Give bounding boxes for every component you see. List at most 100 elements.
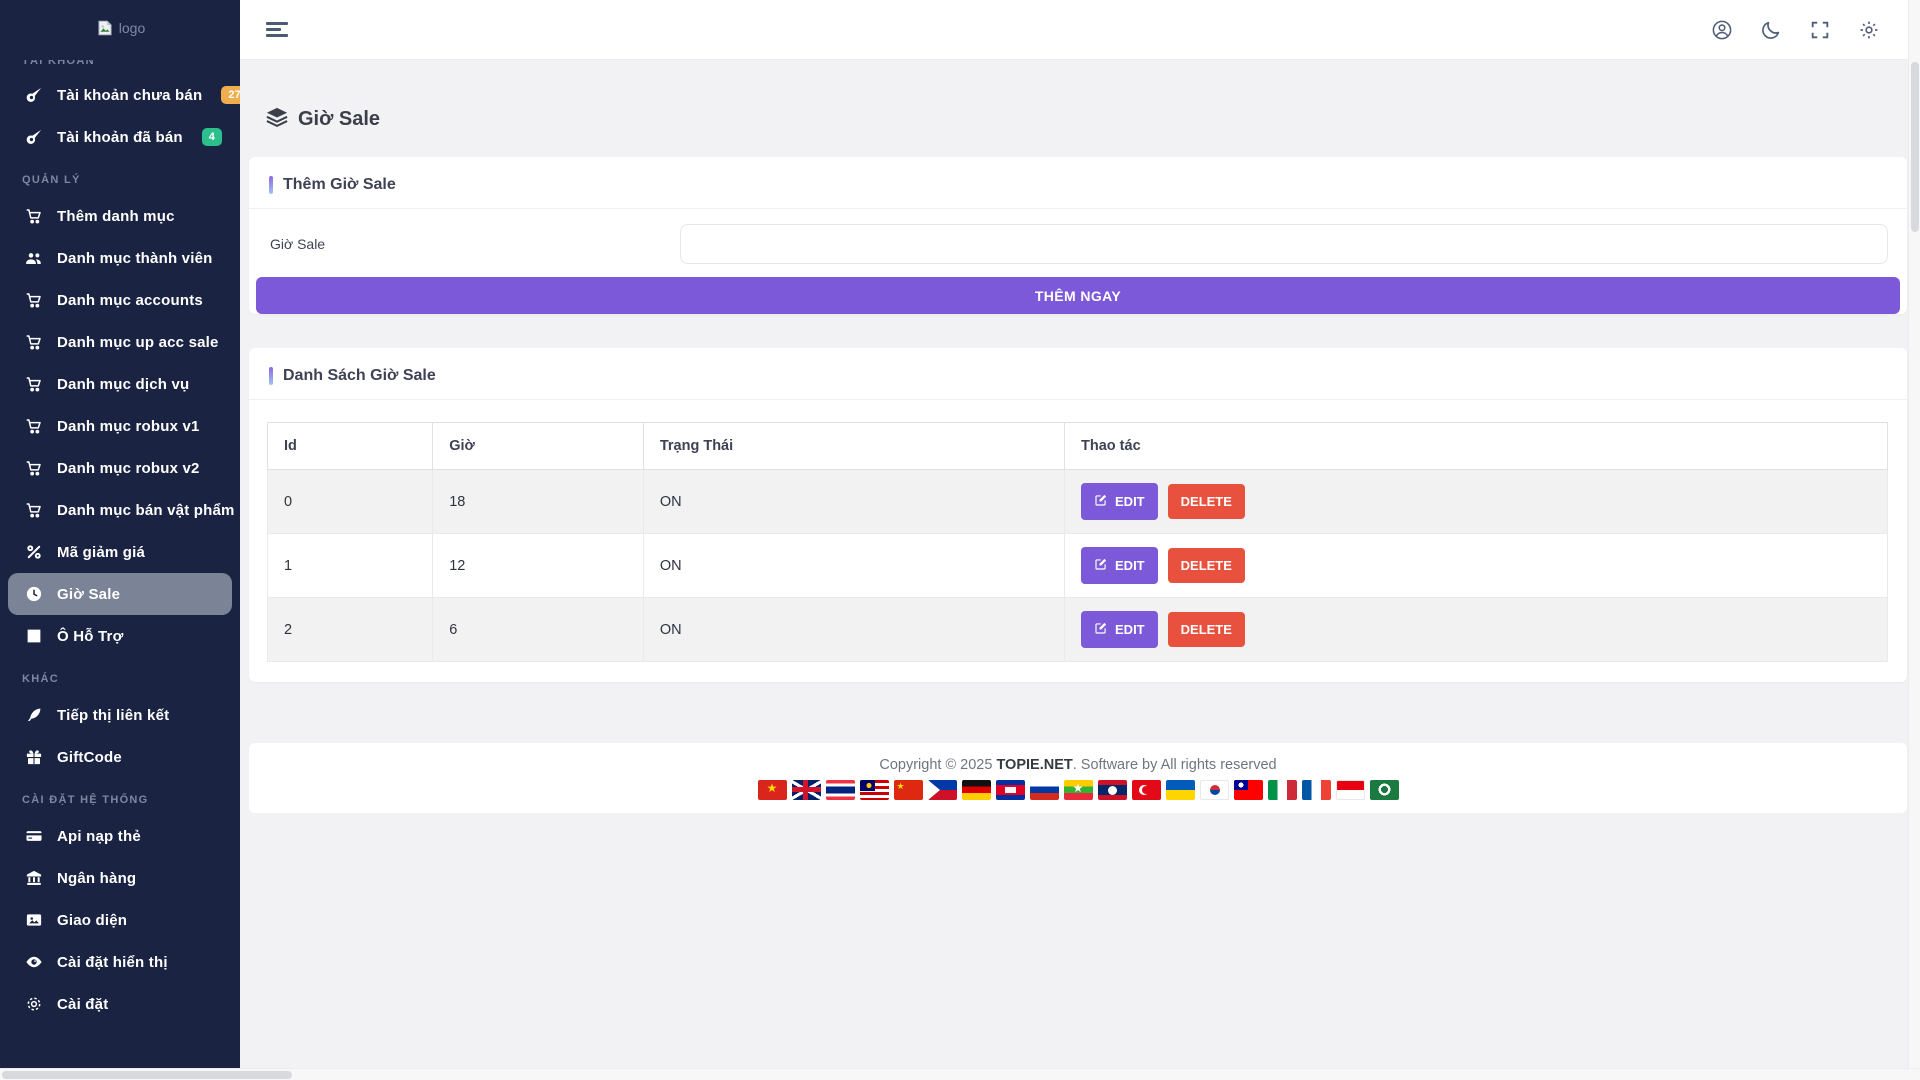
- sidebar-item-giao-dien[interactable]: Giao diện: [8, 899, 232, 941]
- add-gio-sale-card: Thêm Giờ Sale Giờ Sale THÊM NGAY: [249, 157, 1907, 314]
- horizontal-scrollbar-thumb[interactable]: [2, 1071, 292, 1079]
- edit-pencil-icon: [1094, 493, 1108, 510]
- sidebar-item-label: Danh mục accounts: [57, 292, 203, 309]
- sidebar-item-danh-muc-up-acc-sale[interactable]: Danh mục up acc sale: [8, 321, 232, 363]
- sidebar-item-danh-muc-accounts[interactable]: Danh mục accounts: [8, 279, 232, 321]
- sidebar-item-cai-dat[interactable]: Cài đặt: [8, 983, 232, 1025]
- flag-france-icon[interactable]: [1302, 780, 1331, 800]
- main-area: Giờ Sale Thêm Giờ Sale Giờ Sale THÊM NGA…: [240, 0, 1920, 1080]
- percent-icon: [24, 543, 44, 561]
- flag-south-korea-icon[interactable]: [1200, 780, 1229, 800]
- fullscreen-icon[interactable]: [1809, 19, 1831, 41]
- gio-sale-table: Id Giờ Trạng Thái Thao tác 0 18 ON: [267, 422, 1888, 662]
- them-ngay-submit-button[interactable]: THÊM NGAY: [256, 277, 1900, 314]
- edit-button[interactable]: EDIT: [1081, 547, 1158, 584]
- row-actions: EDIT DELETE: [1081, 547, 1871, 584]
- column-header-id: Id: [268, 423, 433, 470]
- vertical-scrollbar[interactable]: [1908, 0, 1920, 1068]
- menu-toggle-button[interactable]: [266, 19, 290, 40]
- sidebar-item-giftcode[interactable]: GiftCode: [8, 736, 232, 778]
- sidebar-item-tiep-thi-lien-ket[interactable]: Tiếp thị liên kết: [8, 694, 232, 736]
- flag-russia-icon[interactable]: [1030, 780, 1059, 800]
- flag-myanmar-icon[interactable]: [1064, 780, 1093, 800]
- image-icon: [24, 911, 44, 929]
- flag-philippines-icon[interactable]: [928, 780, 957, 800]
- gio-sale-form-row: Giờ Sale: [249, 209, 1907, 264]
- sidebar-item-danh-muc-ban-vat-pham[interactable]: Danh mục bán vật phẩm: [8, 489, 232, 531]
- delete-button[interactable]: DELETE: [1168, 548, 1245, 583]
- gio-sale-input[interactable]: [680, 224, 1888, 264]
- flag-uk-icon[interactable]: [792, 780, 821, 800]
- sidebar-item-label: Danh mục up acc sale: [57, 334, 219, 351]
- sidebar-section-accounts: TÀI KHOẢN: [0, 60, 240, 68]
- row-actions: EDIT DELETE: [1081, 611, 1871, 648]
- flag-indonesia-icon[interactable]: [1336, 780, 1365, 800]
- sidebar-item-label: Cài đặt hiển thị: [57, 954, 168, 971]
- sidebar-item-label: Danh mục thành viên: [57, 250, 213, 267]
- sidebar-item-label: Danh mục robux v2: [57, 460, 200, 477]
- gio-sale-table-wrap: Id Giờ Trạng Thái Thao tác 0 18 ON: [249, 400, 1907, 682]
- dark-mode-moon-icon[interactable]: [1760, 19, 1782, 41]
- cell-id: 2: [268, 598, 433, 662]
- delete-button[interactable]: DELETE: [1168, 484, 1245, 519]
- cell-gio: 6: [433, 598, 644, 662]
- sidebar-item-tai-khoan-chua-ban[interactable]: Tài khoản chưa bán 27: [8, 74, 232, 116]
- sidebar-item-cai-dat-hien-thi[interactable]: Cài đặt hiển thị: [8, 941, 232, 983]
- sidebar-item-danh-muc-robux-v1[interactable]: Danh mục robux v1: [8, 405, 232, 447]
- credit-card-icon: [24, 827, 44, 845]
- sidebar-item-label: Giao diện: [57, 912, 127, 929]
- sidebar-item-tai-khoan-da-ban[interactable]: Tài khoản đã bán 4: [8, 116, 232, 158]
- flag-vietnam-icon[interactable]: [758, 780, 787, 800]
- card-header: Danh Sách Giờ Sale: [249, 348, 1907, 400]
- table-header-row: Id Giờ Trạng Thái Thao tác: [268, 423, 1888, 470]
- flag-arab-league-icon[interactable]: [1370, 780, 1399, 800]
- flag-germany-icon[interactable]: [962, 780, 991, 800]
- cart-icon: [24, 333, 44, 351]
- cell-id: 1: [268, 534, 433, 598]
- app-logo[interactable]: logo: [0, 0, 240, 46]
- sidebar-item-o-ho-tro[interactable]: Ô Hỗ Trợ: [8, 615, 232, 657]
- sidebar-item-danh-muc-robux-v2[interactable]: Danh mục robux v2: [8, 447, 232, 489]
- user-account-icon[interactable]: [1711, 19, 1733, 41]
- edit-pencil-icon: [1094, 557, 1108, 574]
- page-header: Giờ Sale: [266, 106, 1907, 133]
- sidebar-item-gio-sale[interactable]: Giờ Sale: [8, 573, 232, 615]
- sidebar-item-ngan-hang[interactable]: Ngân hàng: [8, 857, 232, 899]
- edit-button[interactable]: EDIT: [1081, 611, 1158, 648]
- sidebar-item-label: Ngân hàng: [57, 870, 136, 887]
- sidebar-item-danh-muc-dich-vu[interactable]: Danh mục dịch vụ: [8, 363, 232, 405]
- sidebar-item-danh-muc-thanh-vien[interactable]: Danh mục thành viên: [8, 237, 232, 279]
- eye-icon: [24, 953, 44, 971]
- flag-italy-icon[interactable]: [1268, 780, 1297, 800]
- sidebar-item-label: Tiếp thị liên kết: [57, 707, 169, 724]
- footer: Copyright © 2025 TOPIE.NET. Software by …: [249, 743, 1907, 813]
- sidebar-item-ma-giam-gia[interactable]: Mã giảm giá: [8, 531, 232, 573]
- sidebar-item-api-nap-the[interactable]: Api nạp thẻ: [8, 815, 232, 857]
- layers-icon: [266, 106, 288, 133]
- flag-taiwan-icon[interactable]: [1234, 780, 1263, 800]
- horizontal-scrollbar[interactable]: [0, 1068, 1920, 1080]
- sidebar-item-them-danh-muc[interactable]: Thêm danh mục: [8, 195, 232, 237]
- cart-icon: [24, 207, 44, 225]
- sidebar-item-label: GiftCode: [57, 749, 122, 766]
- flag-malaysia-icon[interactable]: [860, 780, 889, 800]
- add-card-title: Thêm Giờ Sale: [283, 176, 396, 194]
- vertical-scrollbar-thumb[interactable]: [1911, 62, 1919, 232]
- flag-ukraine-icon[interactable]: [1166, 780, 1195, 800]
- flag-turkey-icon[interactable]: [1132, 780, 1161, 800]
- flag-cambodia-icon[interactable]: [996, 780, 1025, 800]
- delete-button[interactable]: DELETE: [1168, 612, 1245, 647]
- meteor-icon: [24, 128, 44, 146]
- sidebar-item-label: Tài khoản chưa bán: [57, 87, 202, 104]
- cell-status: ON: [643, 470, 1064, 534]
- settings-gear-icon[interactable]: [1858, 19, 1880, 41]
- edit-button[interactable]: EDIT: [1081, 483, 1158, 520]
- flag-china-icon[interactable]: [894, 780, 923, 800]
- gift-icon: [24, 748, 44, 766]
- bank-icon: [24, 869, 44, 887]
- flag-laos-icon[interactable]: [1098, 780, 1127, 800]
- topbar-actions: [1711, 19, 1880, 41]
- flag-thailand-icon[interactable]: [826, 780, 855, 800]
- topbar: [240, 0, 1920, 60]
- clock-icon: [24, 585, 44, 603]
